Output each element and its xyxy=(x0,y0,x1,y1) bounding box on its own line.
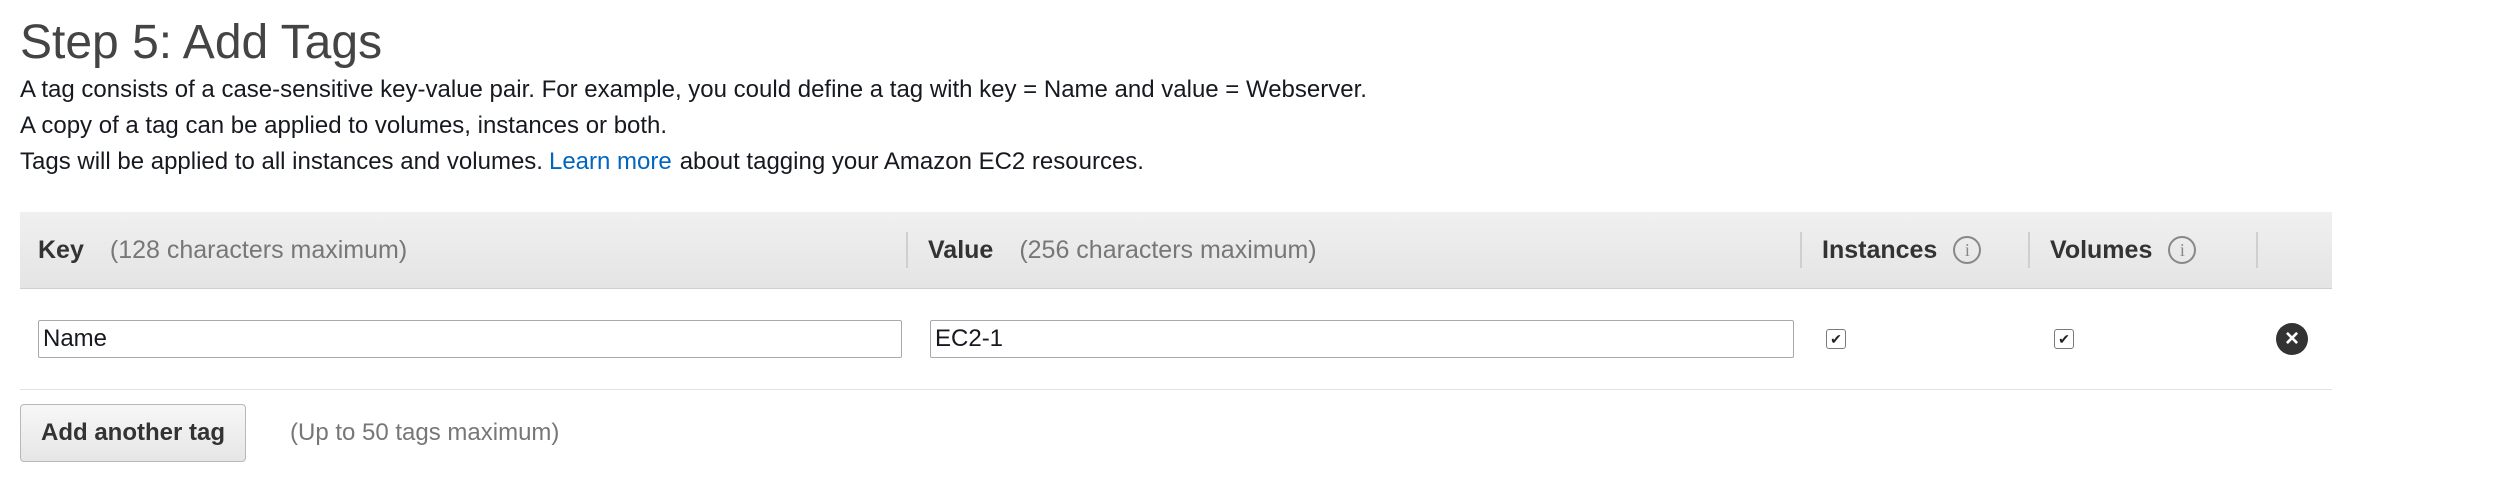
volumes-checkbox[interactable]: ✔ xyxy=(2054,329,2074,349)
column-header-remove xyxy=(2258,232,2332,268)
description: A tag consists of a case-sensitive key-v… xyxy=(20,72,2492,180)
tag-limit-hint: (Up to 50 tags maximum) xyxy=(290,419,560,446)
tag-instances-cell: ✔ xyxy=(1802,329,2030,349)
instances-checkbox[interactable]: ✔ xyxy=(1826,329,1846,349)
tag-value-cell xyxy=(908,320,1802,358)
description-line-1: A tag consists of a case-sensitive key-v… xyxy=(20,76,1367,103)
tag-value-input[interactable] xyxy=(930,320,1794,358)
column-header-key: Key (128 characters maximum) xyxy=(20,232,908,268)
column-header-volumes: Volumes i xyxy=(2030,232,2258,268)
value-column-label: Value xyxy=(928,235,994,264)
volumes-info-icon[interactable]: i xyxy=(2168,236,2197,264)
add-another-tag-button[interactable]: Add another tag xyxy=(20,404,246,462)
value-column-hint: (256 characters maximum) xyxy=(1019,235,1317,264)
page-title: Step 5: Add Tags xyxy=(20,16,383,69)
tag-key-input[interactable] xyxy=(38,320,902,358)
learn-more-link[interactable]: Learn more xyxy=(549,148,672,175)
volumes-column-label: Volumes xyxy=(2050,235,2153,264)
tags-table: Key (128 characters maximum) Value (256 … xyxy=(20,212,2332,390)
tag-volumes-cell: ✔ xyxy=(2030,329,2258,349)
key-column-label: Key xyxy=(38,235,84,264)
tag-row: ✔ ✔ × xyxy=(20,289,2332,390)
add-tag-area: Add another tag (Up to 50 tags maximum) xyxy=(20,404,559,462)
add-tags-page: Step 5: Add Tags A tag consists of a cas… xyxy=(0,0,2512,480)
key-column-hint: (128 characters maximum) xyxy=(109,235,408,264)
column-header-instances: Instances i xyxy=(1802,232,2030,268)
description-line-2: A copy of a tag can be applied to volume… xyxy=(20,112,668,139)
description-line-3-start: Tags will be applied to all instances an… xyxy=(20,148,543,175)
description-line-3-end: about tagging your Amazon EC2 resources. xyxy=(679,148,1144,175)
description-line-3: Tags will be applied to all instances an… xyxy=(20,144,2492,180)
instances-column-label: Instances xyxy=(1822,235,1938,264)
tag-key-cell xyxy=(20,320,908,358)
instances-info-icon[interactable]: i xyxy=(1953,236,1982,264)
tags-table-header: Key (128 characters maximum) Value (256 … xyxy=(20,212,2332,289)
remove-tag-icon[interactable]: × xyxy=(2276,323,2308,355)
tag-remove-cell: × xyxy=(2258,323,2332,355)
column-header-value: Value (256 characters maximum) xyxy=(908,232,1802,268)
